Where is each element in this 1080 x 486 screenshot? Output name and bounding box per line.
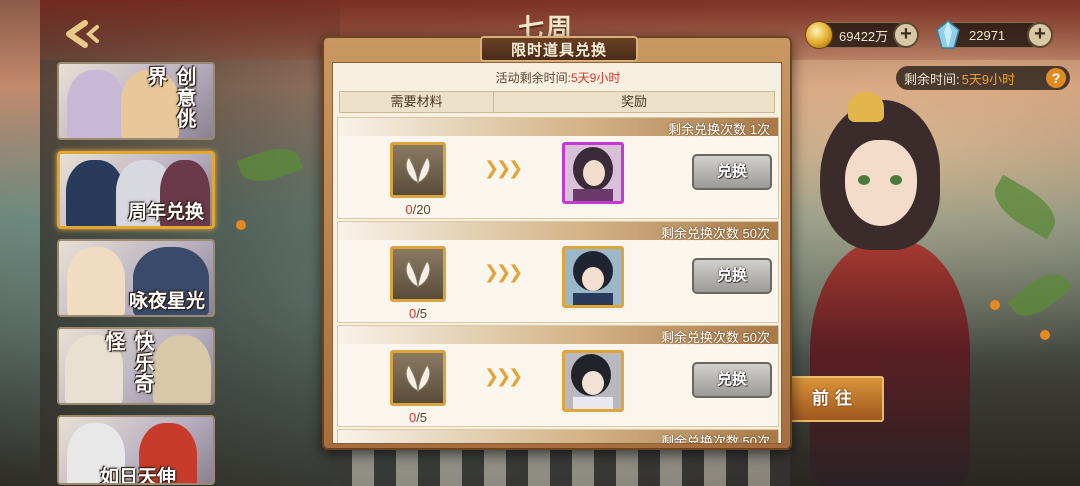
add-crystal-button[interactable]: + <box>1027 22 1053 48</box>
character-portrait-icon <box>565 353 621 409</box>
gold-currency: 69422万 + <box>805 21 919 49</box>
material-count: 0/20 <box>390 202 446 217</box>
tab-label: 如日天伸 <box>99 467 176 485</box>
tab-art <box>153 335 211 403</box>
material-required: /20 <box>412 202 431 217</box>
material-owned: 0 <box>405 202 413 217</box>
reward-item[interactable] <box>562 350 624 412</box>
row-header: 剩余兑换次数 50次 <box>338 326 778 345</box>
column-header: 需要材料 奖励 <box>339 91 775 113</box>
character-portrait-icon <box>565 145 621 201</box>
remaining-exchanges: 剩余兑换次数 50次 <box>660 434 770 444</box>
fruit-decoration <box>1040 330 1050 340</box>
arrows-icon: ❯❯❯ <box>484 366 523 386</box>
tab-sun[interactable]: 如日天伸 <box>57 415 215 485</box>
exchange-row: 剩余兑换次数 50次 <box>337 429 779 444</box>
remaining-exchanges: 剩余兑换次数 50次 <box>660 330 770 345</box>
remaining-time-value: 5天9小时 <box>961 71 1016 87</box>
exchange-button[interactable]: 兑换 <box>692 362 772 398</box>
material-item[interactable] <box>390 350 446 406</box>
material-count: 0/5 <box>390 306 446 321</box>
exchange-row: 剩余兑换次数 1次 0/20 ❯❯❯ 兑换 <box>337 117 779 219</box>
modal-content: 活动剩余时间:5天9小时 需要材料 奖励 剩余兑换次数 1次 0/20 ❯❯❯ <box>332 62 782 444</box>
back-arrow-icon <box>66 20 99 48</box>
material-item[interactable] <box>390 142 446 198</box>
reward-item[interactable] <box>562 246 624 308</box>
feather-icon <box>405 364 431 392</box>
material-required: /5 <box>416 410 428 425</box>
tab-anniversary-exchange[interactable]: 周年兑换 <box>57 151 215 229</box>
material-required: /5 <box>416 306 428 321</box>
remaining-exchanges: 剩余兑换次数 1次 <box>668 122 770 137</box>
material-item[interactable] <box>390 246 446 302</box>
reward-column-header: 奖励 <box>620 94 647 109</box>
modal-title-bar: 限时道具兑换 <box>480 36 638 62</box>
fruit-decoration <box>236 220 246 230</box>
character-portrait-icon <box>565 249 621 305</box>
tab-label: 咏夜星光 <box>128 291 205 312</box>
modal-title: 限时道具兑换 <box>510 41 607 59</box>
tab-night-starlight[interactable]: 咏夜星光 <box>57 239 215 317</box>
tab-label: 快乐奇怪 <box>102 331 153 394</box>
tab-art <box>67 70 125 138</box>
reward-item[interactable] <box>562 142 624 204</box>
add-gold-button[interactable]: + <box>893 22 919 48</box>
material-count: 0/5 <box>390 410 446 425</box>
help-icon[interactable]: ? <box>1046 68 1066 88</box>
tab-label: 周年兑换 <box>127 202 204 223</box>
tab-happy[interactable]: 快乐奇怪 <box>57 327 215 405</box>
activity-time-label: 活动剩余时间: <box>495 71 571 85</box>
row-header: 剩余兑换次数 50次 <box>338 430 778 444</box>
gold-coin-icon <box>805 21 833 49</box>
activity-time-value: 5天9小时 <box>570 71 621 85</box>
feather-icon <box>405 156 431 184</box>
exchange-row: 剩余兑换次数 50次 0/5 ❯❯❯ 兑换 <box>337 221 779 323</box>
exchange-button[interactable]: 兑换 <box>692 154 772 190</box>
character-illustration <box>800 80 1000 486</box>
remaining-time-label: 剩余时间: <box>904 71 960 87</box>
event-remaining-time: 剩余时间: 5天9小时 ? <box>896 66 1070 90</box>
arrows-icon: ❯❯❯ <box>484 158 523 178</box>
row-header: 剩余兑换次数 1次 <box>338 118 778 137</box>
remaining-exchanges: 剩余兑换次数 50次 <box>660 226 770 241</box>
exchange-modal: 限时道具兑换 活动剩余时间:5天9小时 需要材料 奖励 剩余兑换次数 1次 0/… <box>322 36 792 450</box>
goto-button[interactable]: 前往 <box>786 376 884 422</box>
arrows-icon: ❯❯❯ <box>484 262 523 282</box>
back-button[interactable] <box>62 16 102 52</box>
material-column-header: 需要材料 <box>340 92 494 112</box>
leaf-decoration <box>1007 264 1073 326</box>
row-header: 剩余兑换次数 50次 <box>338 222 778 241</box>
crystal-currency: 22971 + <box>936 20 1053 49</box>
exchange-row: 剩余兑换次数 50次 0/5 ❯❯❯ 兑换 <box>337 325 779 427</box>
tab-label: 创意佻界 <box>144 66 195 129</box>
exchange-button[interactable]: 兑换 <box>692 258 772 294</box>
feather-icon <box>405 260 431 288</box>
tab-creative[interactable]: 创意佻界 <box>57 62 215 140</box>
activity-time: 活动剩余时间:5天9小时 <box>333 69 781 86</box>
crystal-icon <box>936 20 960 49</box>
